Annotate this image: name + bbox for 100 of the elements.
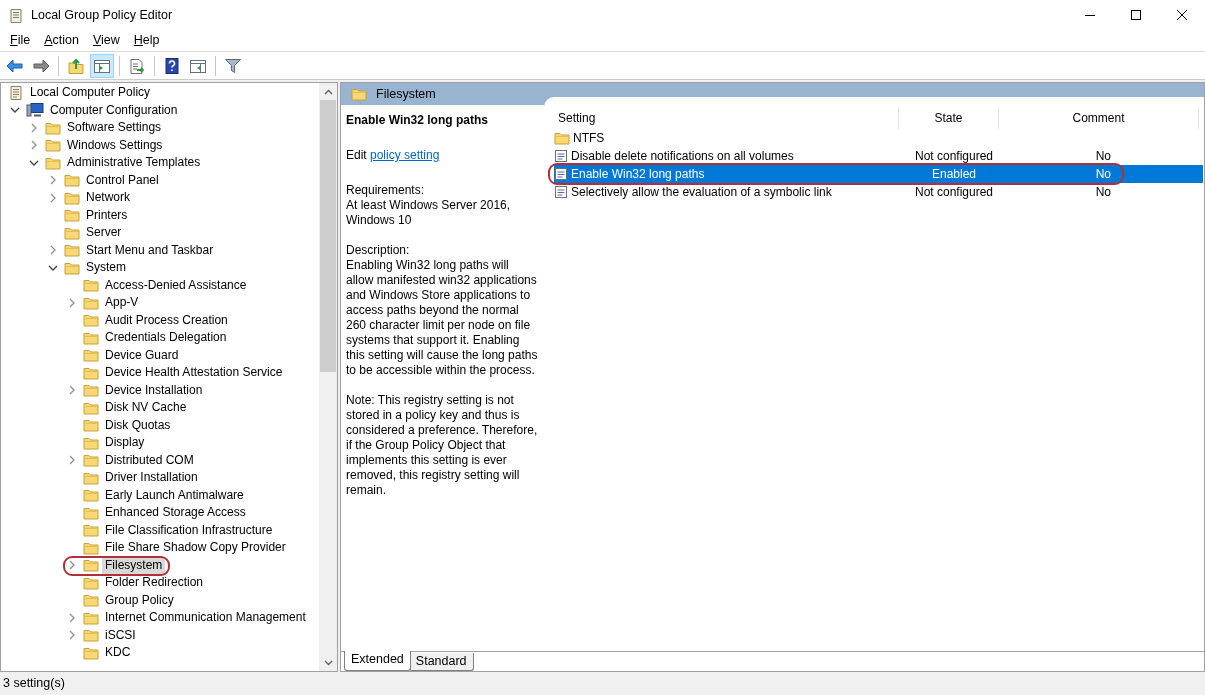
folder-icon — [83, 540, 99, 555]
tree-item[interactable]: Network — [83, 189, 133, 207]
tree-item[interactable]: Internet Communication Management — [102, 609, 309, 627]
expand-chevron-icon[interactable] — [67, 297, 77, 308]
setting-icon — [554, 185, 568, 199]
description-paragraph: Note: This registry setting is not stored in a policy key and thus is considered a preference. Therefore, if the Group Policy Object that implements this setting is ever removed, this registry setting will remain. — [346, 393, 539, 498]
view-tab[interactable]: Extended — [344, 651, 411, 671]
tree-item[interactable]: System — [83, 259, 129, 277]
folder-icon — [83, 470, 99, 485]
folder-icon — [64, 173, 80, 188]
tree-item[interactable]: Local Computer Policy — [27, 84, 154, 102]
tree-item[interactable]: Computer Configuration — [47, 101, 181, 119]
tree-item[interactable]: Credentials Delegation — [102, 329, 230, 347]
expand-chevron-icon[interactable] — [48, 175, 58, 186]
scroll-up-icon — [323, 88, 333, 95]
folder-icon — [64, 260, 80, 275]
folder-icon — [83, 435, 99, 450]
setting-row[interactable]: Enable Win32 long paths Enabled No — [554, 165, 1203, 183]
tree-item[interactable]: Driver Installation — [102, 469, 201, 487]
view-tab[interactable]: Standard — [408, 653, 474, 671]
menu-item[interactable]: Help — [126, 31, 167, 50]
expand-chevron-icon[interactable] — [48, 245, 58, 256]
tree-item[interactable]: Administrative Templates — [64, 154, 204, 172]
folder-icon — [64, 208, 80, 223]
tree-item[interactable]: Start Menu and Taskbar — [83, 241, 217, 259]
expand-chevron-icon[interactable] — [48, 192, 58, 203]
tree-item[interactable]: File Share Shadow Copy Provider — [102, 539, 289, 557]
setting-name: Disable delete notifications on all volumes — [571, 148, 794, 165]
folder-up-icon — [67, 56, 85, 75]
folder-icon — [83, 488, 99, 503]
tree-item[interactable]: Access-Denied Assistance — [102, 276, 250, 294]
expand-chevron-icon[interactable] — [29, 140, 39, 151]
tree-item[interactable]: File Classification Infrastructure — [102, 521, 276, 539]
folder-icon — [45, 155, 61, 170]
edit-policy-text: Edit policy setting — [346, 148, 539, 163]
setting-row[interactable]: Disable delete notifications on all volumes Not configured No — [554, 147, 1203, 165]
description-paragraph: Requirements: At least Windows Server 2016, Windows 10 — [346, 183, 512, 228]
tree-item[interactable]: Windows Settings — [64, 136, 166, 154]
menu-item[interactable]: View — [85, 31, 127, 50]
tree-item[interactable]: Display — [102, 434, 148, 452]
expand-chevron-icon[interactable] — [29, 122, 39, 133]
tree-item[interactable]: Enhanced Storage Access — [102, 504, 249, 522]
folder-icon — [45, 138, 61, 153]
header-title: Filesystem — [376, 85, 436, 103]
tree-item[interactable]: Group Policy — [102, 591, 177, 609]
maximize-icon — [1131, 10, 1141, 20]
folder-icon — [64, 225, 80, 240]
export-list-icon — [128, 56, 146, 75]
folder-icon — [83, 505, 99, 520]
tree-item[interactable]: Device Installation — [102, 381, 206, 399]
tree-item[interactable]: KDC — [102, 644, 134, 662]
app-icon — [8, 7, 24, 24]
expand-chevron-icon[interactable] — [67, 612, 77, 623]
column-header[interactable]: State — [899, 107, 999, 129]
folder-icon — [64, 243, 80, 258]
menu-item[interactable]: File — [3, 31, 38, 50]
setting-name: Enable Win32 long paths — [571, 166, 705, 183]
tree-item[interactable]: Software Settings — [64, 119, 165, 137]
tree-item[interactable]: iSCSI — [102, 626, 139, 644]
folder-icon — [554, 131, 570, 145]
folder-icon — [83, 400, 99, 415]
tree-item[interactable]: Device Guard — [102, 346, 182, 364]
setting-state: Not configured — [913, 184, 994, 201]
setting-name: Selectively allow the evaluation of a symbolic link — [571, 184, 832, 201]
folder-icon — [83, 418, 99, 433]
tree-item[interactable]: Audit Process Creation — [102, 311, 231, 329]
scroll-document-icon — [8, 84, 24, 101]
column-header[interactable]: Setting — [544, 107, 899, 129]
tree-item[interactable]: Device Health Attestation Service — [102, 364, 286, 382]
tree-item[interactable]: Disk Quotas — [102, 416, 174, 434]
folder-icon — [83, 278, 99, 293]
folder-icon — [45, 120, 61, 135]
folder-icon — [83, 348, 99, 363]
folder-icon — [83, 365, 99, 380]
folder-icon — [64, 190, 80, 205]
column-header[interactable]: Comment — [999, 107, 1199, 129]
expand-chevron-icon[interactable] — [67, 455, 77, 466]
setting-row[interactable]: Selectively allow the evaluation of a symbolic link Not configured No — [554, 183, 1203, 201]
expand-chevron-icon[interactable] — [67, 560, 77, 571]
setting-comment: No — [1094, 166, 1112, 183]
setting-row[interactable]: NTFS — [554, 129, 1203, 147]
tree-item[interactable]: Folder Redirection — [102, 574, 207, 592]
policy-setting-link[interactable]: policy setting — [370, 148, 443, 162]
scrollbar[interactable] — [319, 83, 337, 671]
folder-icon — [83, 628, 99, 643]
tree-item[interactable]: Distributed COM — [102, 451, 197, 469]
expand-chevron-icon[interactable] — [67, 385, 77, 396]
tree-item[interactable]: App-V — [102, 294, 142, 312]
tree-item[interactable]: Server — [83, 224, 125, 242]
tree-item[interactable]: Disk NV Cache — [102, 399, 190, 417]
tree-item[interactable]: Early Launch Antimalware — [102, 486, 247, 504]
folder-icon — [351, 87, 367, 102]
folder-icon — [83, 383, 99, 398]
menu-item[interactable]: Action — [37, 31, 86, 50]
description-paragraph: Description: Enabling Win32 long paths will allow manifested win32 applications and Windows Store applications to access paths beyond the normal 260 character limit per node on file systems that support it. Enabling this setting will cause the long paths to be accessible within the process. — [346, 243, 539, 378]
expand-chevron-icon[interactable] — [67, 630, 77, 641]
tree-item[interactable]: Printers — [83, 206, 131, 224]
setting-icon — [554, 149, 568, 163]
computer-icon — [26, 102, 44, 119]
tree-item[interactable]: Control Panel — [83, 171, 162, 189]
